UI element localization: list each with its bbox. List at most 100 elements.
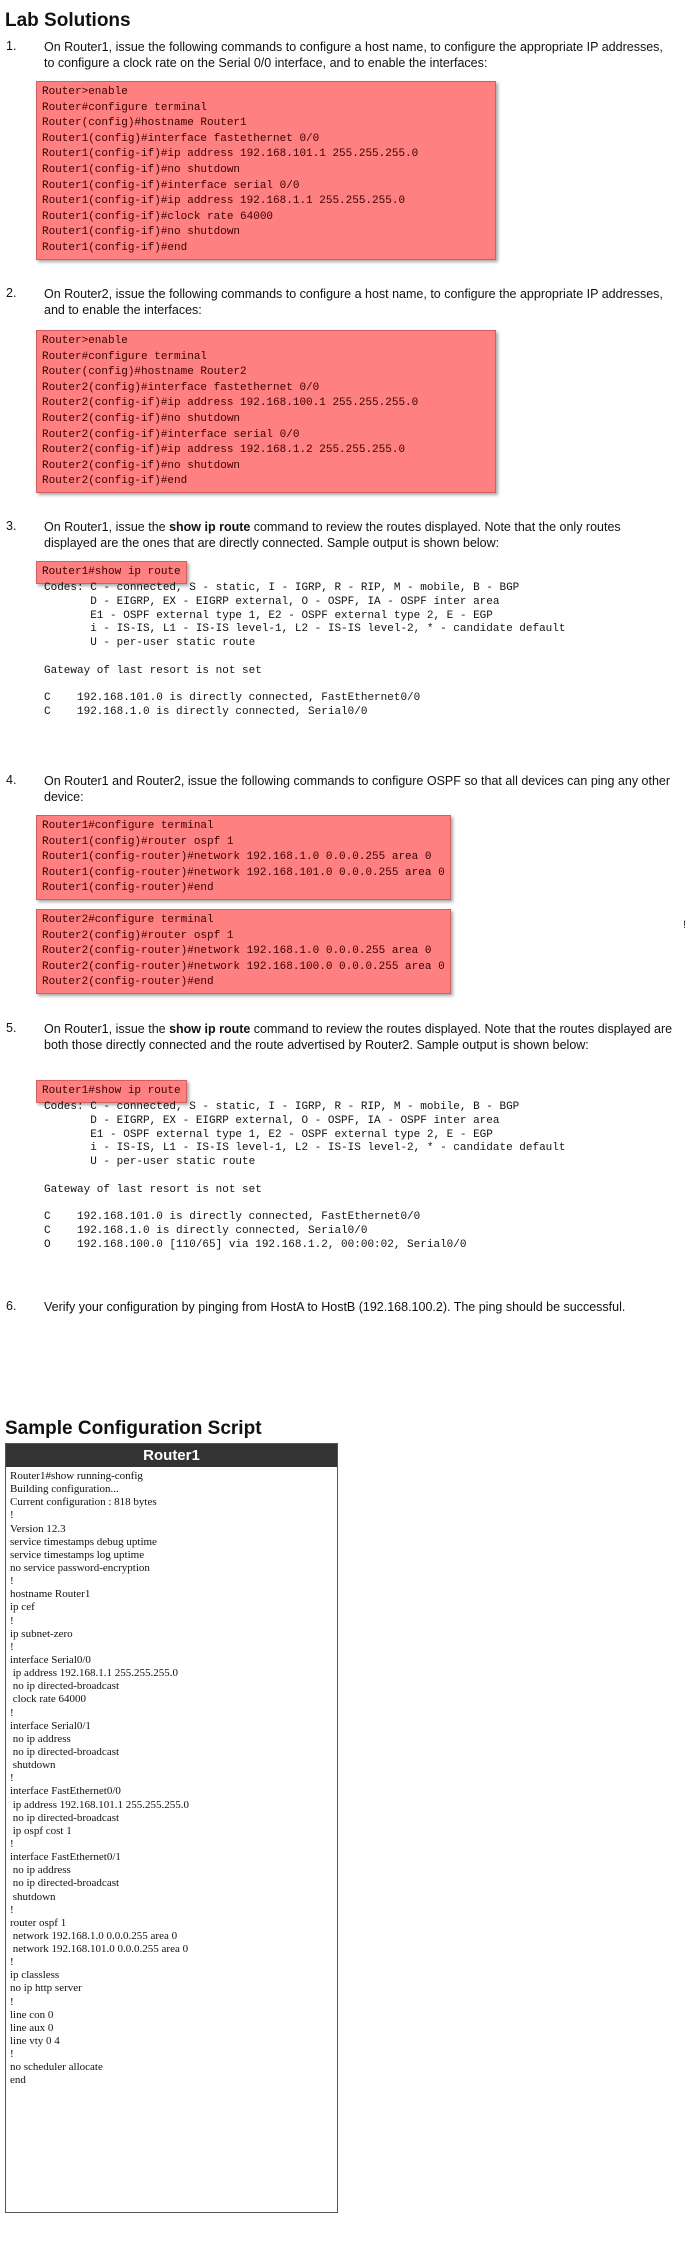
command-line: Router2(config-router)#network 192.168.1… — [42, 960, 445, 973]
step-4-router1-command-box: Router1#configure terminal Router1(config… — [36, 815, 451, 900]
config-line: ! — [10, 1837, 14, 1850]
command-line: Router2(config-router)#end — [42, 976, 214, 989]
config-line: ip address 192.168.101.1 255.255.255.0 — [10, 1798, 190, 1811]
command-line: Router2(config-if)#ip address 192.168.10… — [42, 397, 419, 410]
config-line: ! — [10, 1772, 14, 1785]
config-line: line con 0 — [10, 2008, 54, 2021]
output-line: U - per-user static route — [44, 1156, 256, 1169]
config-line: ip address 192.168.1.1 255.255.255.0 — [10, 1667, 179, 1680]
command-line: Router2(config-if)#interface serial 0/0 — [42, 428, 300, 441]
command-line: Router1(config)#router ospf 1 — [42, 835, 234, 848]
command-line: Router2(config-if)#no shutdown — [42, 412, 241, 425]
command-line: Router>enable — [42, 86, 128, 98]
output-line: C 192.168.1.0 is directly connected, Ser… — [44, 1225, 368, 1238]
config-line: interface Serial0/1 — [10, 1719, 91, 1732]
step-4-number: 4. — [6, 773, 17, 787]
command-line: Router#configure terminal — [42, 101, 208, 114]
step-2-command-box: Router>enable Router#configure terminal Ro… — [36, 330, 496, 493]
config-line: network 192.168.1.0 0.0.0.255 area 0 — [10, 1929, 178, 1942]
config-line: interface FastEthernet0/1 — [10, 1851, 121, 1864]
config-script: Router1#show running-config Building conf… — [6, 1467, 337, 2091]
command-line: Router>enable — [42, 335, 128, 347]
config-line: no ip directed-broadcast — [10, 1745, 120, 1758]
step-3-command-name: show ip route — [169, 520, 251, 534]
command-line: Router1(config-if)#interface serial 0/0 — [42, 179, 300, 192]
step-4-router2-command-box: Router2#configure terminal Router2(config… — [36, 909, 451, 994]
config-panel-header: Router1 — [6, 1444, 337, 1467]
step-2-text: On Router2, issue the following commands… — [44, 287, 663, 317]
command-line: Router(config)#hostname Router1 — [42, 117, 247, 130]
command-line: Router1(config-router)#network 192.168.1… — [42, 851, 432, 864]
step-3-number: 3. — [6, 519, 17, 533]
config-line: ip ospf cost 1 — [10, 1824, 72, 1837]
command-line: Router1(config-if)#no shutdown — [42, 163, 241, 176]
command-line: Router2(config-if)#ip address 192.168.1.… — [42, 444, 406, 457]
config-line: line aux 0 — [10, 2021, 54, 2034]
config-line: ! — [10, 1903, 14, 1916]
config-line: ! — [10, 1706, 14, 1719]
config-line: no ip address — [10, 1864, 71, 1877]
command-line: Router2(config)#router ospf 1 — [42, 929, 234, 942]
command-line: Router#configure terminal — [42, 350, 208, 363]
command-line: Router1(config-if)#end — [42, 241, 188, 254]
step-1-number: 1. — [6, 39, 17, 53]
config-line: ip cef — [10, 1601, 35, 1614]
config-line: no scheduler allocate — [10, 2061, 103, 2074]
section-title: Sample Configuration Script — [5, 1418, 262, 1439]
output-line: C 192.168.101.0 is directly connected, F… — [44, 1211, 421, 1224]
config-line: shutdown — [10, 1759, 56, 1772]
command-line: Router(config)#hostname Router2 — [42, 366, 247, 379]
command-line: Router2(config-router)#network 192.168.1… — [42, 945, 432, 958]
step-5-command-box: Router1#show ip route — [36, 1080, 187, 1103]
config-line: interface FastEthernet0/0 — [10, 1785, 121, 1798]
page-title: Lab Solutions — [5, 10, 131, 31]
step-5-route-output: Codes: C - connected, S - static, I - IG… — [44, 1101, 566, 1253]
step-1-command-box: Router>enable Router#configure terminal Ro… — [36, 81, 496, 260]
step-5-command-name: show ip route — [169, 1022, 251, 1036]
output-line: O 192.168.100.0 [110/65] via 192.168.1.2… — [44, 1238, 467, 1251]
config-line: service timestamps log uptime — [10, 1548, 145, 1561]
step-5-text-start: On Router1, issue the — [44, 1022, 170, 1036]
output-line: Gateway of last resort is not set — [44, 664, 262, 677]
step-3-command-box: Router1#show ip route — [36, 561, 187, 584]
config-line: no ip http server — [10, 1982, 82, 1995]
command-line: Router1(config-router)#network 192.168.1… — [42, 866, 445, 879]
margin-mark: ! — [683, 919, 687, 931]
command-line: Router1(config-if)#ip address 192.168.1.… — [42, 195, 406, 208]
config-line: no service password-encryption — [10, 1561, 150, 1574]
output-line: D - EIGRP, EX - EIGRP external, O - OSPF… — [44, 1114, 500, 1127]
config-line: shutdown — [10, 1890, 56, 1903]
step-3-text-start: On Router1, issue the — [44, 520, 170, 534]
config-line: ! — [10, 1995, 14, 2008]
output-line: Codes: C - connected, S - static, I - IG… — [44, 582, 520, 594]
step-6-number: 6. — [6, 1299, 17, 1313]
config-line: no ip directed-broadcast — [10, 1877, 120, 1890]
command-line: Router1#show ip route — [42, 566, 181, 578]
command-line: Router1(config-router)#end — [42, 882, 214, 895]
output-line: E1 - OSPF external type 1, E2 - OSPF ext… — [44, 1128, 493, 1141]
command-line: Router1(config-if)#clock rate 64000 — [42, 210, 274, 223]
config-line: network 192.168.101.0 0.0.0.255 area 0 — [10, 1943, 189, 1956]
output-line: U - per-user static route — [44, 637, 256, 650]
config-line: ! — [10, 2048, 14, 2061]
config-line: Building configuration... — [10, 1483, 119, 1496]
config-line: router ospf 1 — [10, 1916, 67, 1929]
config-line: ! — [10, 1640, 14, 1653]
config-line: Router1#show running-config — [10, 1470, 143, 1482]
step-3-route-output: Codes: C - connected, S - static, I - IG… — [44, 582, 566, 720]
output-line: E1 - OSPF external type 1, E2 - OSPF ext… — [44, 609, 493, 622]
config-line: end — [10, 2074, 26, 2087]
step-4-text: On Router1 and Router2, issue the follow… — [44, 774, 671, 804]
config-line: no ip address — [10, 1732, 71, 1745]
command-line: Router2(config-if)#no shutdown — [42, 459, 241, 472]
command-line: Router1#configure terminal — [42, 820, 214, 832]
config-line: Current configuration : 818 bytes — [10, 1496, 157, 1509]
output-line: C 192.168.101.0 is directly connected, F… — [44, 692, 421, 705]
config-line: Version 12.3 — [10, 1522, 66, 1535]
config-line: ip subnet-zero — [10, 1627, 73, 1640]
output-line: C 192.168.1.0 is directly connected, Ser… — [44, 706, 368, 719]
